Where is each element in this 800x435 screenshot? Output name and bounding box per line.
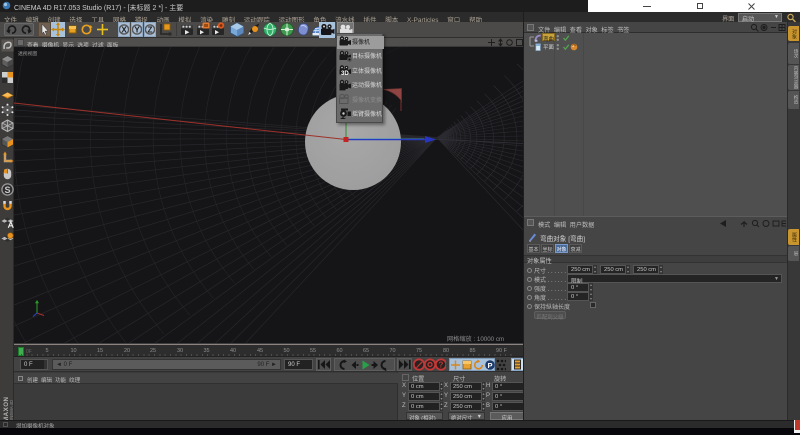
svg-text:Z: Z (148, 25, 153, 34)
svg-text:P: P (487, 360, 492, 369)
svg-text:3D: 3D (341, 71, 349, 77)
svg-text:Y: Y (134, 25, 140, 34)
svg-text:X: X (121, 25, 127, 34)
svg-text:S: S (4, 185, 10, 195)
svg-text:CINEMA 4D: CINEMA 4D (9, 400, 14, 422)
svg-text:?: ? (439, 361, 444, 370)
